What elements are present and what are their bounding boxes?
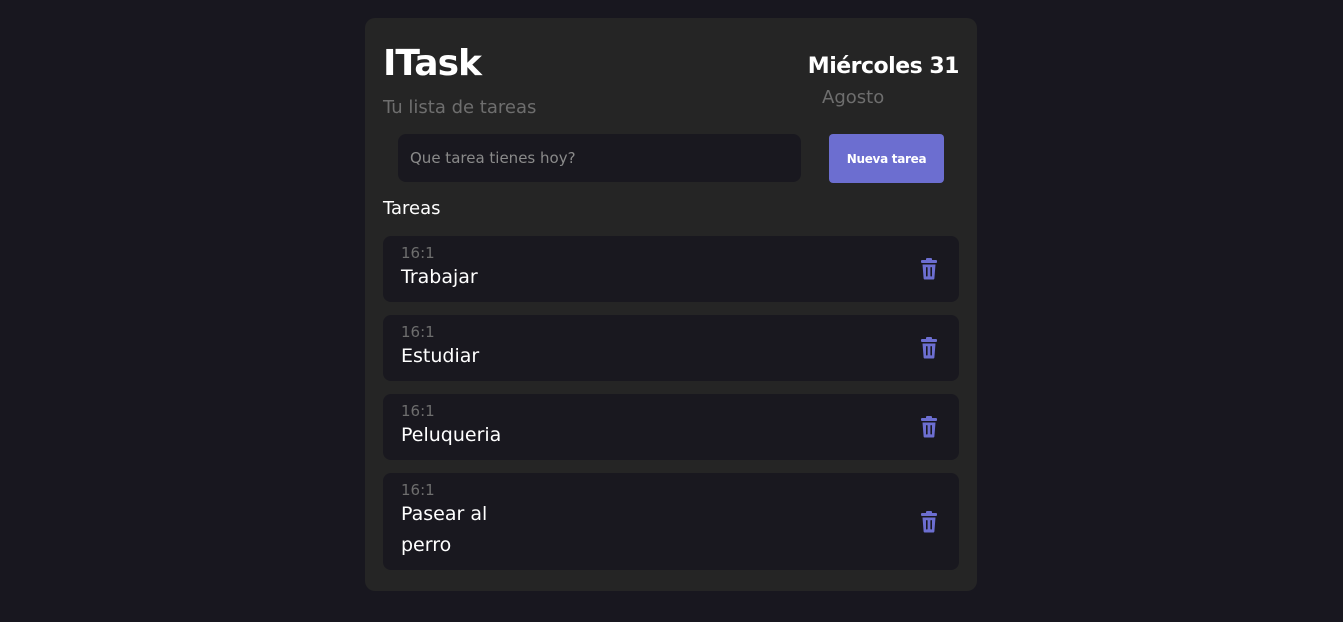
delete-task-button[interactable]: [919, 258, 939, 280]
task-time: 16:1: [401, 481, 435, 499]
date-day: Miércoles 31: [807, 54, 960, 79]
task-card: ITask Tu lista de tareas Miércoles 31 Ag…: [365, 18, 977, 591]
trash-icon: [921, 337, 937, 359]
task-item: 16:1 Pasear al perro: [383, 473, 959, 570]
task-text: Estudiar: [401, 345, 480, 367]
task-text: Trabajar: [401, 266, 478, 288]
task-text: Pasear al perro: [401, 503, 488, 556]
tasks-section-label: Tareas: [383, 198, 441, 219]
app-subtitle: Tu lista de tareas: [383, 97, 537, 118]
trash-icon: [921, 510, 937, 532]
new-task-input[interactable]: [398, 134, 801, 182]
trash-icon: [921, 416, 937, 438]
delete-task-button[interactable]: [919, 510, 939, 533]
delete-task-button[interactable]: [919, 337, 939, 359]
date-month: Agosto: [822, 87, 885, 108]
task-time: 16:1: [401, 323, 435, 341]
task-item: 16:1 Estudiar: [383, 315, 959, 381]
task-list: 16:1 Trabajar 16:1 Estudiar 16:1 Peluque…: [383, 236, 959, 583]
task-item: 16:1 Trabajar: [383, 236, 959, 302]
trash-icon: [921, 258, 937, 280]
task-text: Peluqueria: [401, 424, 502, 446]
app-title: ITask: [383, 43, 482, 84]
new-task-button[interactable]: Nueva tarea: [829, 134, 944, 183]
task-time: 16:1: [401, 244, 435, 262]
task-item: 16:1 Peluqueria: [383, 394, 959, 460]
task-time: 16:1: [401, 402, 435, 420]
delete-task-button[interactable]: [919, 416, 939, 438]
